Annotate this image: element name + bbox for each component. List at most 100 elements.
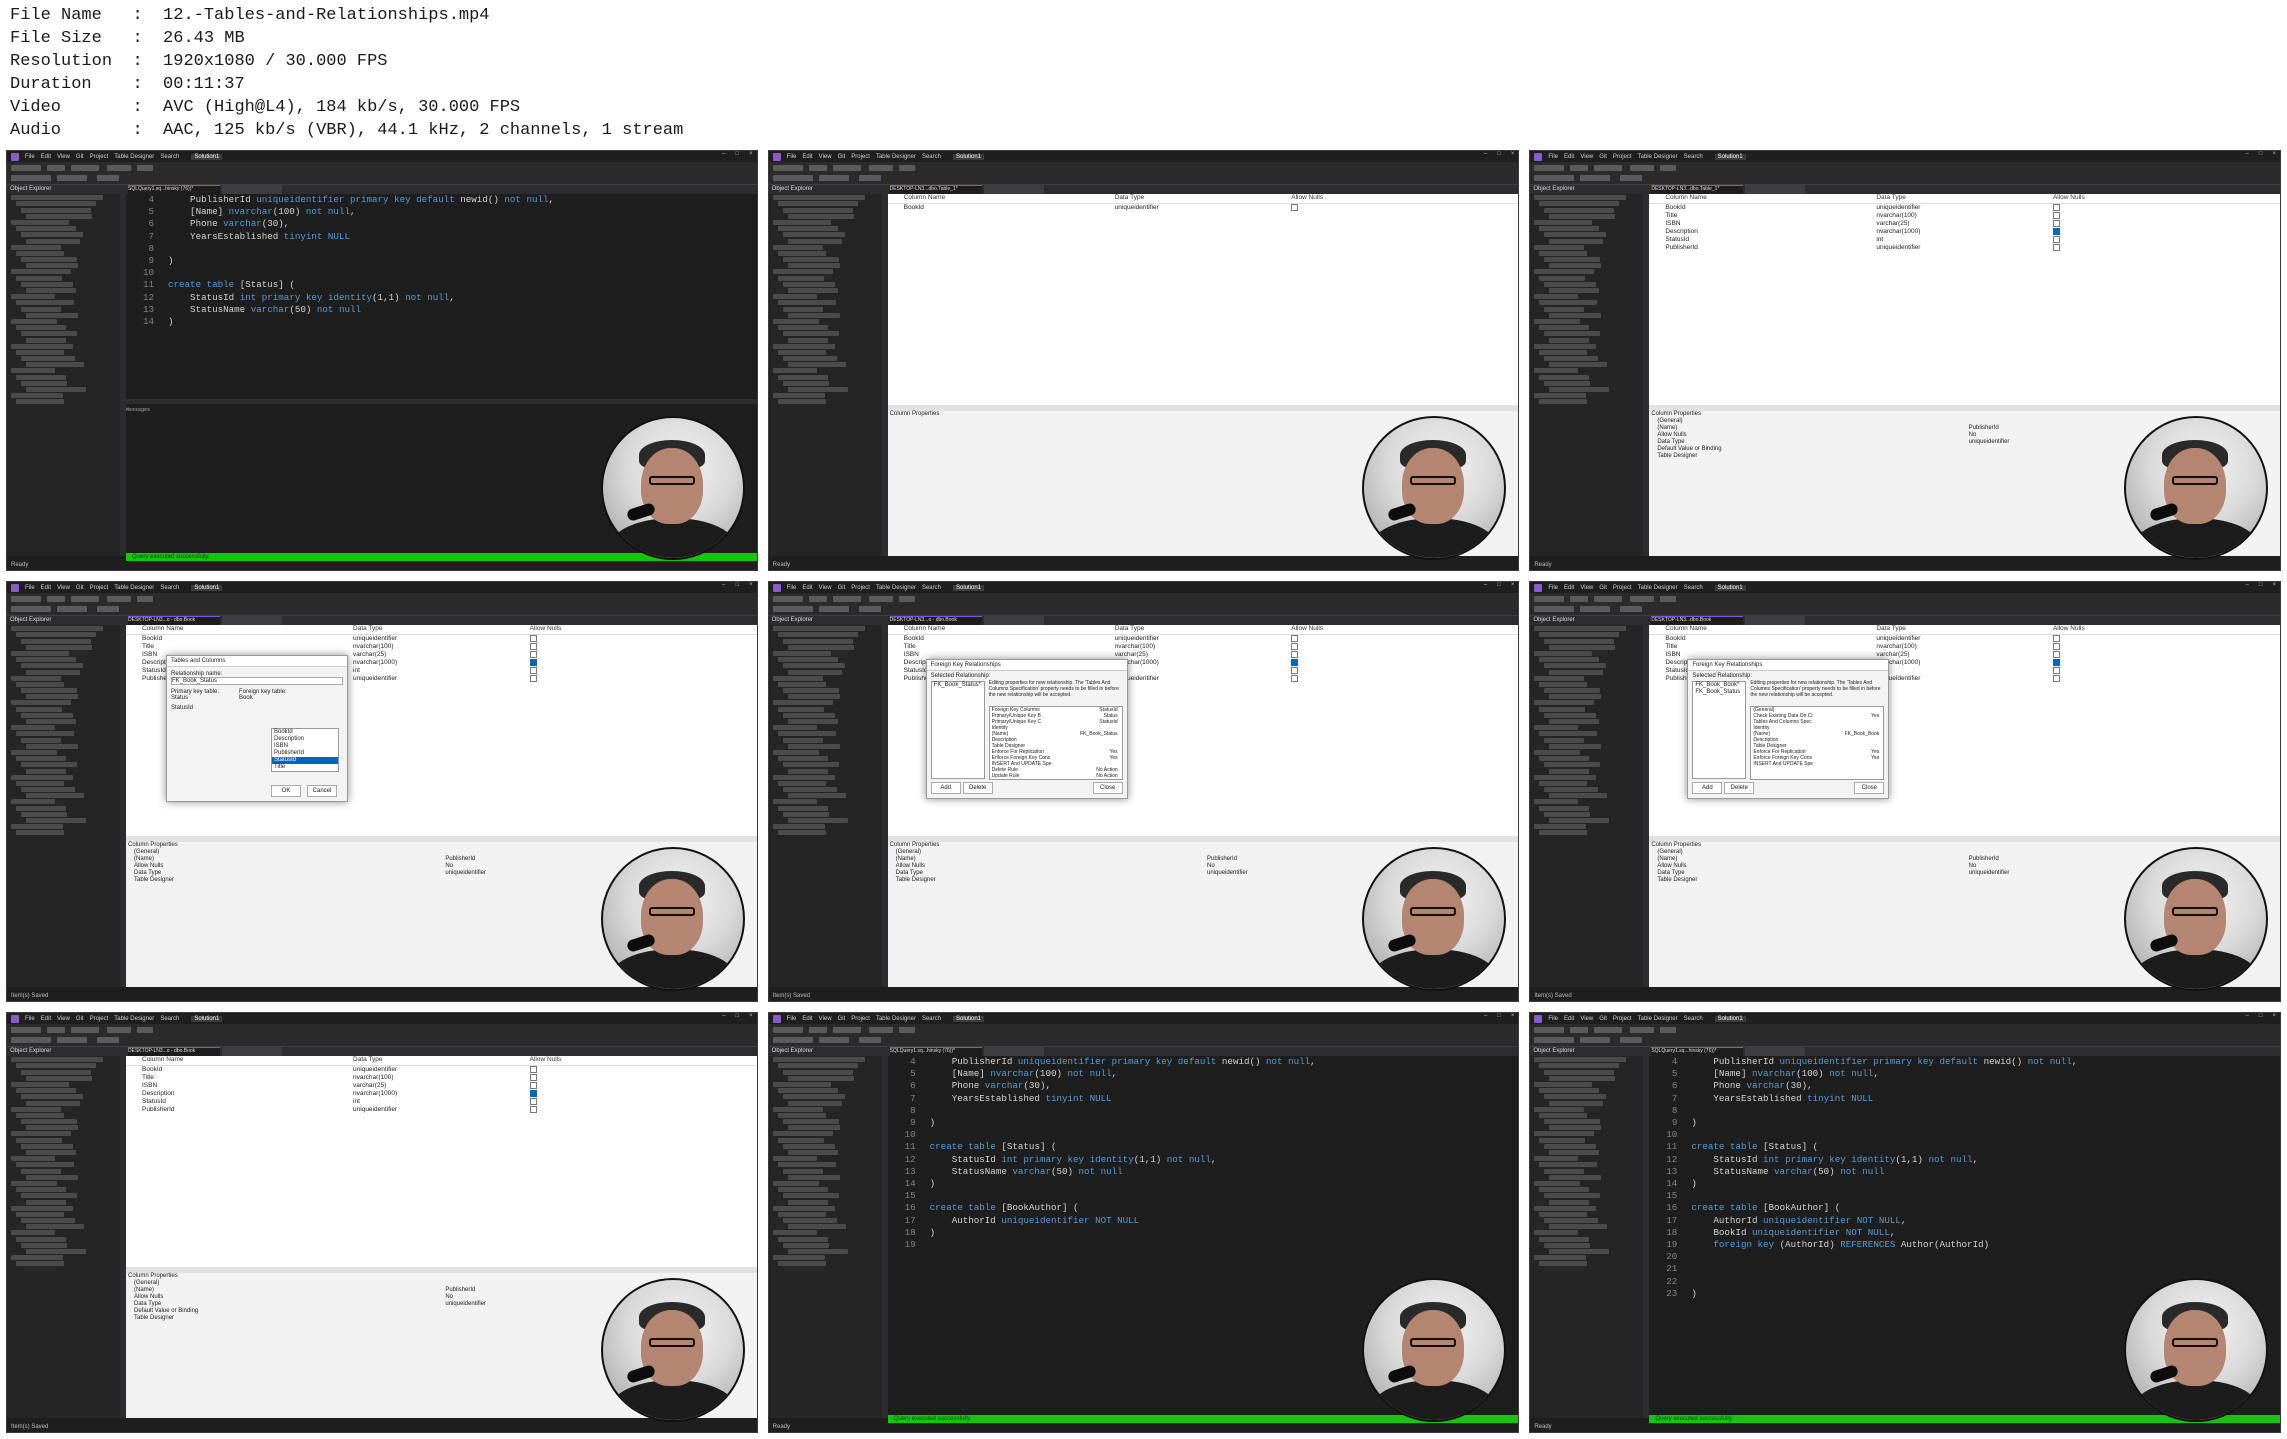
allow-nulls-checkbox[interactable] <box>1291 667 1299 674</box>
tree-node[interactable] <box>21 712 73 718</box>
allow-nulls-checkbox[interactable] <box>1291 635 1299 642</box>
tree-node[interactable] <box>1534 244 1585 250</box>
tree-node[interactable] <box>1544 207 1615 213</box>
tree-node[interactable] <box>21 811 67 817</box>
relationship-property-row[interactable]: INSERT And UPDATE Spe <box>1751 761 1883 767</box>
toolbar-button[interactable] <box>1534 175 1575 181</box>
toolbar-button[interactable] <box>1534 606 1575 612</box>
tree-node[interactable] <box>1534 1106 1585 1112</box>
designer-row[interactable]: Title nvarchar(100) <box>888 643 1519 651</box>
toolbar-button[interactable] <box>1620 175 1643 181</box>
tree-node[interactable] <box>26 1199 66 1205</box>
document-tab-inactive[interactable] <box>983 185 1044 194</box>
search-box[interactable]: Search <box>1684 154 1703 160</box>
tree-node[interactable] <box>1549 312 1602 318</box>
toolbar-button[interactable] <box>11 606 51 612</box>
tree-node[interactable] <box>1539 1088 1600 1094</box>
tree-node[interactable] <box>782 306 823 312</box>
tree-node[interactable] <box>782 737 823 743</box>
tree-node[interactable] <box>777 250 826 256</box>
toolbar-button[interactable] <box>898 1027 915 1033</box>
tree-node[interactable] <box>26 238 80 244</box>
tree-node[interactable] <box>787 1075 854 1081</box>
tree-node[interactable] <box>782 207 853 213</box>
data-type-cell[interactable]: uniqueidentifier <box>1115 635 1292 643</box>
tree-node[interactable] <box>782 1193 839 1199</box>
toolbar-button[interactable] <box>818 606 849 612</box>
tree-node[interactable] <box>1549 743 1602 749</box>
tree-node[interactable] <box>26 669 80 675</box>
tree-node[interactable] <box>26 263 78 269</box>
maximize-icon[interactable]: □ <box>2259 582 2263 588</box>
tree-node[interactable] <box>1534 799 1579 805</box>
allow-nulls-checkbox[interactable] <box>529 1090 537 1097</box>
tree-node[interactable] <box>787 288 838 293</box>
tree-node[interactable] <box>1539 657 1600 663</box>
tree-node[interactable] <box>782 688 839 694</box>
data-type-cell[interactable]: uniqueidentifier <box>1876 204 2053 212</box>
tree-node[interactable] <box>787 644 854 650</box>
designer-row[interactable]: Title nvarchar(100) <box>126 1074 757 1082</box>
tree-node[interactable] <box>1539 706 1586 712</box>
toolbar-button[interactable] <box>1630 596 1655 602</box>
tree-node[interactable] <box>787 1100 842 1106</box>
tree-node[interactable] <box>1544 663 1607 669</box>
tree-node[interactable] <box>782 1242 829 1248</box>
tree-node[interactable] <box>1534 1180 1581 1186</box>
tree-node[interactable] <box>1534 195 1627 201</box>
tree-node[interactable] <box>782 811 829 817</box>
column-name-cell[interactable]: BookId <box>888 204 1115 212</box>
tree-node[interactable] <box>26 818 86 823</box>
data-type-cell[interactable]: uniqueidentifier <box>353 1066 530 1074</box>
tree-node[interactable] <box>16 805 66 811</box>
tree-node[interactable] <box>1549 719 1600 724</box>
tree-node[interactable] <box>1534 700 1595 706</box>
allow-nulls-checkbox[interactable] <box>529 651 537 658</box>
tree-node[interactable] <box>16 780 64 786</box>
menu-item-table-designer[interactable]: Table Designer <box>876 1016 916 1022</box>
tree-node[interactable] <box>772 343 835 349</box>
column-name-cell[interactable]: Title <box>1649 212 1876 220</box>
toolbar-button[interactable] <box>1580 175 1611 181</box>
menu-item-project[interactable]: Project <box>1613 585 1632 591</box>
column-name-cell[interactable]: BookId <box>126 635 353 643</box>
tree-node[interactable] <box>1549 1224 1608 1230</box>
minimize-icon[interactable]: – <box>1484 582 1487 588</box>
allow-nulls-checkbox[interactable] <box>529 635 537 642</box>
tree-node[interactable] <box>1539 325 1590 331</box>
tree-node[interactable] <box>1534 393 1587 399</box>
search-box[interactable]: Search <box>922 585 941 591</box>
tree-node[interactable] <box>21 1143 73 1149</box>
toolbar-button[interactable] <box>808 1027 827 1033</box>
tree-node[interactable] <box>777 780 826 786</box>
tree-node[interactable] <box>16 399 64 405</box>
tree-node[interactable] <box>26 1224 84 1230</box>
tree-node[interactable] <box>772 219 831 225</box>
menu-item-table-designer[interactable]: Table Designer <box>1638 585 1678 591</box>
document-tab-inactive[interactable] <box>1745 616 1806 625</box>
menu-item-edit[interactable]: Edit <box>802 154 812 160</box>
toolbar-button[interactable] <box>11 1027 41 1033</box>
tree-node[interactable] <box>21 1218 75 1224</box>
tree-node[interactable] <box>16 201 96 207</box>
data-type-cell[interactable]: nvarchar(1000) <box>353 1090 530 1098</box>
tree-node[interactable] <box>782 712 835 718</box>
allow-nulls-checkbox[interactable] <box>2052 667 2060 674</box>
tree-node[interactable] <box>787 1174 840 1180</box>
tree-node[interactable] <box>16 1261 64 1267</box>
toolbar-button[interactable] <box>11 596 41 602</box>
allow-nulls-checkbox[interactable] <box>2052 659 2060 666</box>
toolbar-button[interactable] <box>1620 606 1643 612</box>
tree-node[interactable] <box>782 380 829 386</box>
tree-node[interactable] <box>1539 201 1620 207</box>
menu-item-table-designer[interactable]: Table Designer <box>1638 1016 1678 1022</box>
tree-node[interactable] <box>26 312 78 318</box>
tree-node[interactable] <box>1549 1150 1600 1155</box>
tree-node[interactable] <box>1549 818 1610 823</box>
allow-nulls-checkbox[interactable] <box>529 643 537 650</box>
allow-nulls-checkbox[interactable] <box>529 1098 537 1105</box>
tree-node[interactable] <box>11 393 63 399</box>
tree-node[interactable] <box>1534 368 1579 374</box>
menu-item-view[interactable]: View <box>1580 154 1593 160</box>
tree-node[interactable] <box>21 306 61 312</box>
